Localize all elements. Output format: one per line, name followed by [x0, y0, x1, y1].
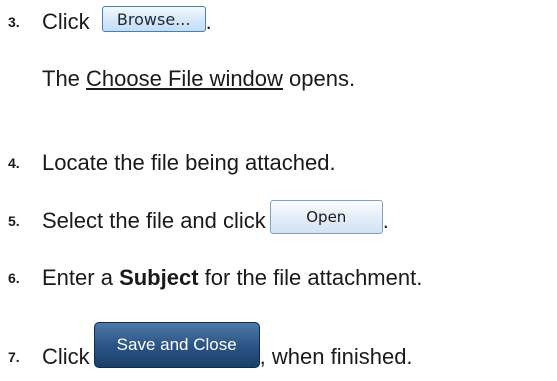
choose-file-note: The Choose File window opens.: [42, 66, 355, 92]
subject-label: Subject: [119, 265, 199, 290]
step-text: Click: [42, 344, 90, 369]
open-button[interactable]: Open: [269, 200, 383, 234]
step-punctuation: .: [205, 9, 212, 34]
step-number: 3.: [8, 14, 20, 30]
step-text: Click: [42, 9, 90, 34]
step-5: 5. Select the file and click Open .: [0, 200, 389, 241]
step-4: 4. Locate the file being attached.: [0, 143, 336, 183]
step-text: Select the file and click: [42, 208, 266, 233]
save-and-close-button[interactable]: Save and Close: [93, 322, 260, 368]
step-text-suffix: , when finished.: [259, 344, 413, 369]
step-number: 4.: [8, 155, 20, 171]
step-number: 6.: [8, 270, 20, 286]
note-prefix: The: [42, 66, 80, 91]
step-6: 6. Enter a Subject for the file attachme…: [0, 258, 422, 298]
note-suffix: opens.: [289, 66, 356, 91]
step-3: 3. Click Browse... .: [0, 2, 212, 42]
step-punctuation: .: [382, 208, 389, 233]
browse-button[interactable]: Browse...: [101, 6, 206, 32]
step-7: 7. Click Save and Close , when finished.: [0, 322, 413, 377]
step-text: Enter a: [42, 265, 113, 290]
choose-file-window-link[interactable]: Choose File window: [86, 66, 283, 91]
step-text: Locate the file being attached.: [42, 150, 336, 175]
step-number: 5.: [8, 213, 20, 229]
step-text-suffix: for the file attachment.: [204, 265, 423, 290]
step-number: 7.: [8, 349, 20, 365]
